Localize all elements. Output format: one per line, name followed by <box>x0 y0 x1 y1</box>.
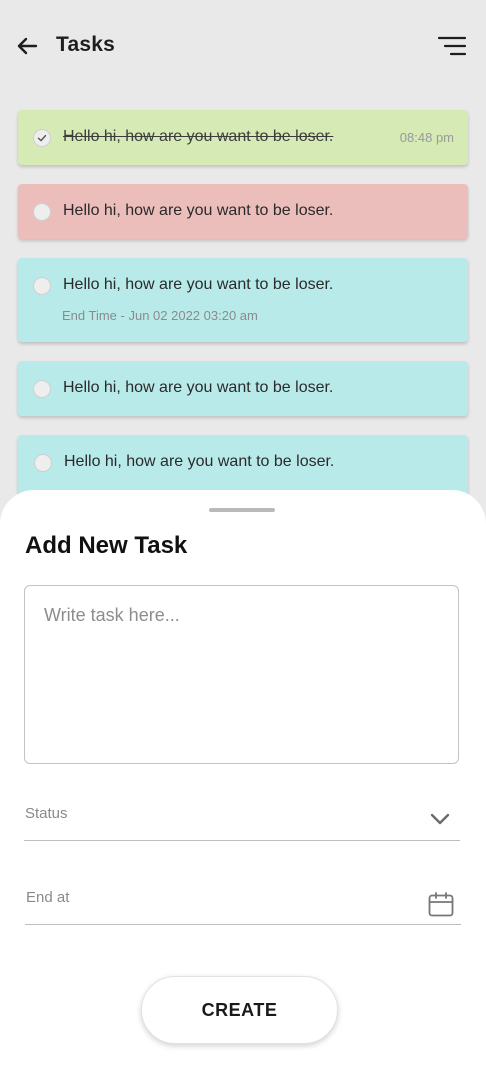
end-at-field[interactable]: End at <box>25 871 461 925</box>
task-checkbox[interactable] <box>34 454 52 472</box>
task-checkbox[interactable] <box>33 203 51 221</box>
task-input[interactable] <box>24 585 459 764</box>
task-text: Hello hi, how are you want to be loser. <box>63 379 334 396</box>
calendar-icon[interactable] <box>427 891 455 919</box>
status-label: Status <box>25 805 68 822</box>
task-checkbox[interactable] <box>33 380 51 398</box>
task-item[interactable]: Hello hi, how are you want to be loser. <box>18 361 468 416</box>
app-header: Tasks <box>0 0 486 92</box>
task-text: Hello hi, how are you want to be loser. <box>63 276 334 293</box>
task-end-time: End Time - Jun 02 2022 03:20 am <box>62 308 258 323</box>
task-item[interactable]: Hello hi, how are you want to be loser. <box>18 435 468 495</box>
task-checkbox[interactable] <box>33 277 51 295</box>
task-text: Hello hi, how are you want to be loser. <box>63 202 334 219</box>
menu-icon <box>437 36 467 56</box>
back-button[interactable] <box>15 34 39 58</box>
check-icon <box>37 134 47 142</box>
task-item[interactable]: Hello hi, how are you want to be loser. <box>18 184 468 239</box>
task-time: 08:48 pm <box>399 130 454 145</box>
task-item[interactable]: Hello hi, how are you want to be loser. … <box>18 110 468 165</box>
end-at-label: End at <box>26 889 70 906</box>
menu-button[interactable] <box>437 36 467 56</box>
chevron-down-icon <box>430 813 450 825</box>
add-task-sheet: Add New Task Status End at CREATE <box>0 490 486 1080</box>
task-checkbox-checked[interactable] <box>33 129 51 147</box>
page-title: Tasks <box>56 33 115 56</box>
task-text: Hello hi, how are you want to be loser. <box>64 453 335 470</box>
status-dropdown[interactable]: Status <box>24 787 460 841</box>
task-text: Hello hi, how are you want to be loser. <box>63 128 334 145</box>
arrow-left-icon <box>17 37 38 55</box>
sheet-drag-handle[interactable] <box>209 508 275 512</box>
task-item[interactable]: Hello hi, how are you want to be loser. … <box>18 258 468 342</box>
sheet-title: Add New Task <box>25 532 188 559</box>
create-button[interactable]: CREATE <box>141 976 338 1044</box>
